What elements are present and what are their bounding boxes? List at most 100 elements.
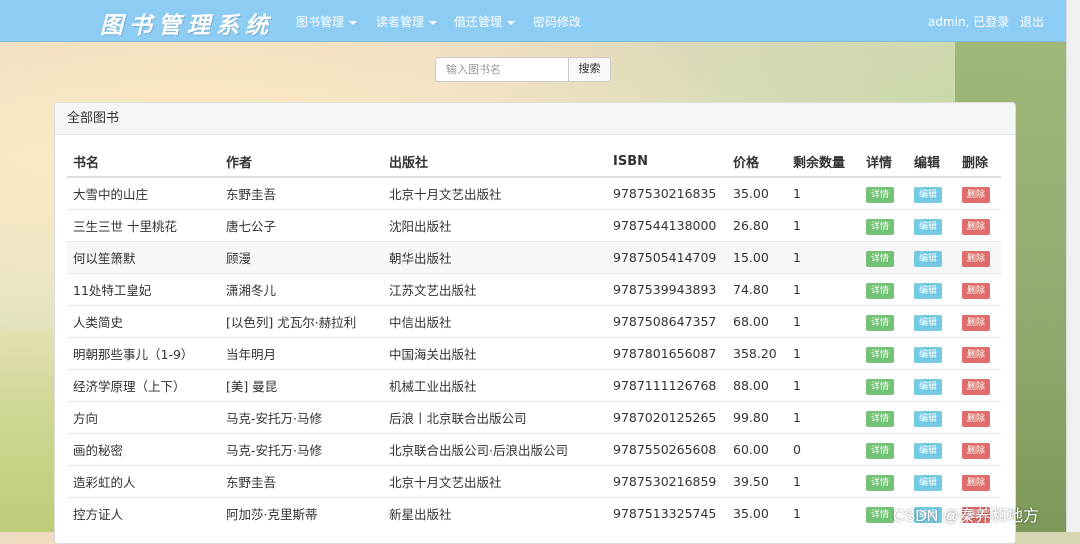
edit-button[interactable]: 编辑 xyxy=(914,410,942,427)
cell-delete: 删除 xyxy=(956,433,1001,466)
table-row: 何以笙箫默 顾漫 朝华出版社 9787505414709 15.00 1 详情 编辑 删除 xyxy=(67,241,1001,274)
cell-stock: 0 xyxy=(787,433,860,466)
cell-isbn: 9787544138000 xyxy=(607,209,727,242)
cell-edit: 编辑 xyxy=(908,369,956,402)
delete-button[interactable]: 删除 xyxy=(962,186,990,203)
table-header-row: 书名 作者 出版社 ISBN 价格 剩余数量 详情 编辑 删除 xyxy=(67,147,1001,178)
nav-change-password[interactable]: 密码修改 xyxy=(533,13,581,30)
delete-button[interactable]: 删除 xyxy=(962,378,990,395)
search-input[interactable] xyxy=(435,57,568,82)
cell-isbn: 9787530216835 xyxy=(607,176,727,210)
table-row: 控方证人 阿加莎·克里斯蒂 新星出版社 9787513325745 35.00 1 详情 编辑… xyxy=(67,497,1001,529)
edit-button[interactable]: 编辑 xyxy=(914,378,942,395)
nav-reader-management[interactable]: 读者管理 xyxy=(376,13,438,30)
cell-isbn: 9787513325745 xyxy=(607,497,727,529)
cell-author: 阿加莎·克里斯蒂 xyxy=(220,497,383,529)
chevron-down-icon xyxy=(507,20,516,25)
delete-button[interactable]: 删除 xyxy=(962,474,990,491)
chevron-down-icon xyxy=(429,20,438,25)
cell-author: [以色列] 尤瓦尔·赫拉利 xyxy=(220,305,383,338)
delete-button[interactable]: 删除 xyxy=(962,250,990,267)
delete-button[interactable]: 删除 xyxy=(962,314,990,331)
nav-borrow-management[interactable]: 借还管理 xyxy=(454,13,516,30)
edit-button[interactable]: 编辑 xyxy=(914,314,942,331)
user-status[interactable]: admin, 已登录 xyxy=(928,13,1009,30)
top-navbar: 图书管理系统 图书管理 读者管理 借还管理 密码修改 admin, 已登录 退出 xyxy=(0,0,1066,42)
cell-detail: 详情 xyxy=(860,401,908,434)
nav-book-management[interactable]: 图书管理 xyxy=(296,13,358,30)
cell-price: 26.80 xyxy=(727,209,787,242)
search-button[interactable]: 搜索 xyxy=(568,57,611,82)
edit-button[interactable]: 编辑 xyxy=(914,250,942,267)
delete-button[interactable]: 删除 xyxy=(962,282,990,299)
cell-delete: 删除 xyxy=(956,369,1001,402)
cell-publisher: 中国海关出版社 xyxy=(383,337,607,370)
delete-button[interactable]: 删除 xyxy=(962,410,990,427)
cell-detail: 详情 xyxy=(860,209,908,242)
cell-title: 经济学原理（上下） xyxy=(67,369,220,402)
delete-button[interactable]: 删除 xyxy=(962,442,990,459)
delete-button[interactable]: 删除 xyxy=(962,346,990,363)
col-author: 作者 xyxy=(220,147,383,178)
detail-button[interactable]: 详情 xyxy=(866,378,894,395)
cell-price: 99.80 xyxy=(727,401,787,434)
detail-button[interactable]: 详情 xyxy=(866,346,894,363)
cell-detail: 详情 xyxy=(860,176,908,210)
cell-isbn: 9787111126768 xyxy=(607,369,727,402)
detail-button[interactable]: 详情 xyxy=(866,250,894,267)
cell-title: 三生三世 十里桃花 xyxy=(67,209,220,242)
search-bar: 搜索 xyxy=(435,57,611,82)
page-scrollbar[interactable] xyxy=(1066,0,1080,532)
col-stock: 剩余数量 xyxy=(787,147,860,178)
edit-button[interactable]: 编辑 xyxy=(914,442,942,459)
cell-stock: 1 xyxy=(787,337,860,370)
edit-button[interactable]: 编辑 xyxy=(914,474,942,491)
edit-button[interactable]: 编辑 xyxy=(914,186,942,203)
cell-publisher: 朝华出版社 xyxy=(383,241,607,274)
detail-button[interactable]: 详情 xyxy=(866,506,894,523)
cell-author: 顾漫 xyxy=(220,241,383,274)
cell-detail: 详情 xyxy=(860,241,908,274)
detail-button[interactable]: 详情 xyxy=(866,442,894,459)
cell-delete: 删除 xyxy=(956,305,1001,338)
table-row: 方向 马克-安托万·马修 后浪丨北京联合出版公司 9787020125265 99.80… xyxy=(67,401,1001,434)
cell-title: 明朝那些事儿（1-9） xyxy=(67,337,220,370)
cell-title: 11处特工皇妃 xyxy=(67,273,220,306)
cell-stock: 1 xyxy=(787,241,860,274)
detail-button[interactable]: 详情 xyxy=(866,186,894,203)
cell-stock: 1 xyxy=(787,369,860,402)
cell-price: 15.00 xyxy=(727,241,787,274)
cell-delete: 删除 xyxy=(956,241,1001,274)
detail-button[interactable]: 详情 xyxy=(866,314,894,331)
table-row: 11处特工皇妃 潇湘冬儿 江苏文艺出版社 9787539943893 74.80 1 详情 编… xyxy=(67,273,1001,306)
edit-button[interactable]: 编辑 xyxy=(914,282,942,299)
edit-button[interactable]: 编辑 xyxy=(914,346,942,363)
cell-edit: 编辑 xyxy=(908,433,956,466)
cell-isbn: 9787550265608 xyxy=(607,433,727,466)
cell-publisher: 新星出版社 xyxy=(383,497,607,529)
col-price: 价格 xyxy=(727,147,787,178)
table-row: 明朝那些事儿（1-9） 当年明月 中国海关出版社 9787801656087 358.2… xyxy=(67,337,1001,370)
cell-edit: 编辑 xyxy=(908,305,956,338)
delete-button[interactable]: 删除 xyxy=(962,218,990,235)
detail-button[interactable]: 详情 xyxy=(866,410,894,427)
background-grass xyxy=(0,330,60,532)
cell-isbn: 9787530216859 xyxy=(607,465,727,498)
edit-button[interactable]: 编辑 xyxy=(914,218,942,235)
cell-delete: 删除 xyxy=(956,337,1001,370)
cell-edit: 编辑 xyxy=(908,465,956,498)
cell-title: 人类简史 xyxy=(67,305,220,338)
app-brand[interactable]: 图书管理系统 xyxy=(100,6,274,40)
table-row: 经济学原理（上下） [美] 曼昆 机械工业出版社 9787111126768 88.00… xyxy=(67,369,1001,402)
cell-publisher: 北京十月文艺出版社 xyxy=(383,176,607,210)
detail-button[interactable]: 详情 xyxy=(866,282,894,299)
nav-borrow-management-label: 借还管理 xyxy=(454,15,503,29)
detail-button[interactable]: 详情 xyxy=(866,218,894,235)
cell-isbn: 9787508647357 xyxy=(607,305,727,338)
cell-edit: 编辑 xyxy=(908,401,956,434)
cell-detail: 详情 xyxy=(860,337,908,370)
detail-button[interactable]: 详情 xyxy=(866,474,894,491)
logout-link[interactable]: 退出 xyxy=(1020,13,1044,30)
cell-isbn: 9787801656087 xyxy=(607,337,727,370)
cell-publisher: 江苏文艺出版社 xyxy=(383,273,607,306)
